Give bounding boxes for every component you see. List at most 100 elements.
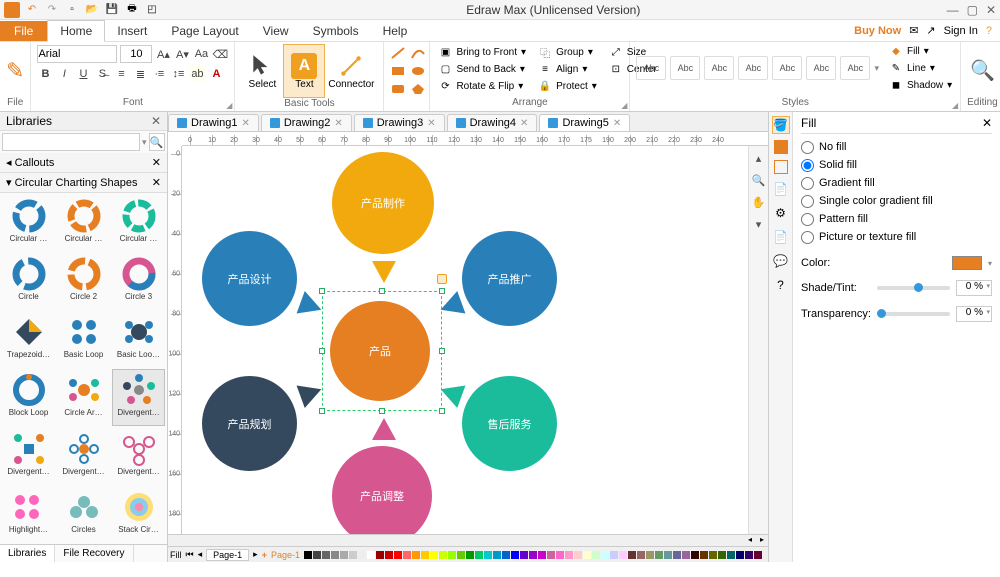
- send-to-back-button[interactable]: ▢Send to Back ▾: [436, 61, 528, 77]
- arrow-up-icon[interactable]: ▴: [751, 150, 767, 166]
- case-icon[interactable]: Aa: [193, 46, 209, 62]
- styles-dialog-launcher[interactable]: ◢: [952, 101, 958, 110]
- help-icon[interactable]: ?: [986, 25, 992, 37]
- menu-tab-home[interactable]: Home: [47, 20, 105, 42]
- print-icon[interactable]: 🖶: [124, 2, 140, 18]
- menu-tab-view[interactable]: View: [251, 21, 301, 41]
- fill-option[interactable]: Solid fill: [801, 156, 992, 174]
- fill-option[interactable]: Picture or texture fill: [801, 228, 992, 246]
- document-tab[interactable]: Drawing3✕: [354, 114, 445, 131]
- palette-color[interactable]: [556, 551, 564, 559]
- paint-bucket-icon[interactable]: 🪣: [772, 116, 790, 134]
- palette-color[interactable]: [682, 551, 690, 559]
- palette-color[interactable]: [466, 551, 474, 559]
- shade-slider[interactable]: [877, 286, 950, 290]
- color-swatch[interactable]: [952, 256, 982, 270]
- library-shape[interactable]: Trapezoid…: [2, 311, 55, 367]
- style-swatch-4[interactable]: Abc: [738, 56, 768, 80]
- canvas[interactable]: 产品制作 产品设计 产品推广 产品 产品规划 售后服务 产品调整: [182, 146, 748, 534]
- page-icon[interactable]: 📄: [772, 180, 790, 198]
- bring-to-front-button[interactable]: ▣Bring to Front ▾: [436, 44, 528, 60]
- add-page-icon[interactable]: +: [262, 550, 267, 560]
- close-button[interactable]: ✕: [986, 3, 996, 17]
- library-shape[interactable]: Highlight…: [2, 486, 55, 542]
- close-tab-icon[interactable]: ✕: [334, 118, 342, 129]
- bullets-icon[interactable]: ∙≡: [151, 66, 167, 82]
- fill-option[interactable]: Single color gradient fill: [801, 192, 992, 210]
- library-shape[interactable]: Circle Ar…: [57, 369, 110, 425]
- share-icon[interactable]: ↗: [926, 24, 935, 37]
- palette-color[interactable]: [619, 551, 627, 559]
- hand-icon[interactable]: ✋: [751, 194, 767, 210]
- palette-color[interactable]: [727, 551, 735, 559]
- buy-now-link[interactable]: Buy Now: [854, 25, 901, 37]
- clear-format-icon[interactable]: ⌫: [212, 46, 228, 62]
- palette-color[interactable]: [691, 551, 699, 559]
- palette-color[interactable]: [565, 551, 573, 559]
- export-icon[interactable]: 📄: [772, 228, 790, 246]
- page-nav-prev-icon[interactable]: ◂: [198, 549, 203, 560]
- arrow-down-icon[interactable]: ▾: [751, 216, 767, 232]
- palette-color[interactable]: [394, 551, 402, 559]
- line-button[interactable]: ✎Line ▾: [887, 60, 954, 76]
- palette-color[interactable]: [349, 551, 357, 559]
- shape-oval-icon[interactable]: [410, 64, 428, 80]
- palette-color[interactable]: [304, 551, 312, 559]
- page-nav-next-icon[interactable]: ▸: [253, 549, 258, 560]
- tab-file-recovery[interactable]: File Recovery: [55, 545, 133, 562]
- open-icon[interactable]: 📂: [84, 2, 100, 18]
- new-icon[interactable]: ▫: [64, 2, 80, 18]
- palette-color[interactable]: [421, 551, 429, 559]
- fill-option[interactable]: Pattern fill: [801, 210, 992, 228]
- palette-color[interactable]: [340, 551, 348, 559]
- style-swatch-2[interactable]: Abc: [670, 56, 700, 80]
- theme-icon[interactable]: [774, 140, 788, 154]
- paste-icon[interactable]: ✎: [6, 58, 24, 84]
- library-shape[interactable]: Block Loop: [2, 369, 55, 425]
- palette-color[interactable]: [628, 551, 636, 559]
- palette-color[interactable]: [412, 551, 420, 559]
- palette-color[interactable]: [322, 551, 330, 559]
- libraries-search-input[interactable]: [2, 133, 140, 151]
- library-shape[interactable]: Divergent…: [57, 428, 110, 484]
- align-center-icon[interactable]: ≣: [132, 66, 148, 82]
- palette-color[interactable]: [637, 551, 645, 559]
- style-swatch-6[interactable]: Abc: [806, 56, 836, 80]
- palette-color[interactable]: [673, 551, 681, 559]
- arrange-dialog-launcher[interactable]: ◢: [621, 101, 627, 110]
- palette-color[interactable]: [709, 551, 717, 559]
- transparency-slider[interactable]: [877, 312, 950, 316]
- align-button[interactable]: ≡Align ▾: [536, 61, 599, 77]
- library-shape[interactable]: Basic Loo…: [112, 311, 165, 367]
- zoom-icon[interactable]: 🔍: [751, 172, 767, 188]
- palette-color[interactable]: [502, 551, 510, 559]
- style-swatch-3[interactable]: Abc: [704, 56, 734, 80]
- shadow-button[interactable]: ◼Shadow ▾: [887, 77, 954, 93]
- library-shape[interactable]: Divergent…: [112, 428, 165, 484]
- font-dialog-launcher[interactable]: ◢: [226, 101, 232, 110]
- file-menu[interactable]: File: [0, 21, 47, 41]
- fill-button[interactable]: ◆Fill ▾: [887, 43, 954, 59]
- close-tab-icon[interactable]: ✕: [613, 118, 621, 129]
- style-swatch-7[interactable]: Abc: [840, 56, 870, 80]
- library-shape[interactable]: Basic Loop: [57, 311, 110, 367]
- library-shape[interactable]: Circle 3: [112, 253, 165, 309]
- palette-color[interactable]: [493, 551, 501, 559]
- palette-color[interactable]: [313, 551, 321, 559]
- close-tab-icon[interactable]: ✕: [241, 118, 249, 129]
- shape-rect-icon[interactable]: [390, 64, 408, 80]
- palette-color[interactable]: [430, 551, 438, 559]
- fill-option[interactable]: Gradient fill: [801, 174, 992, 192]
- library-shape[interactable]: Divergent…: [112, 369, 165, 425]
- select-tool[interactable]: Select: [241, 44, 283, 98]
- section-close-icon[interactable]: ✕: [152, 176, 161, 189]
- highlight-icon[interactable]: ab: [189, 66, 205, 82]
- palette-color[interactable]: [529, 551, 537, 559]
- undo-icon[interactable]: ↶: [24, 2, 40, 18]
- document-tab[interactable]: Drawing4✕: [447, 114, 538, 131]
- palette-color[interactable]: [664, 551, 672, 559]
- help-circle-icon[interactable]: ?: [772, 276, 790, 294]
- palette-color[interactable]: [547, 551, 555, 559]
- dropdown-icon[interactable]: ▾: [142, 137, 147, 148]
- palette-color[interactable]: [574, 551, 582, 559]
